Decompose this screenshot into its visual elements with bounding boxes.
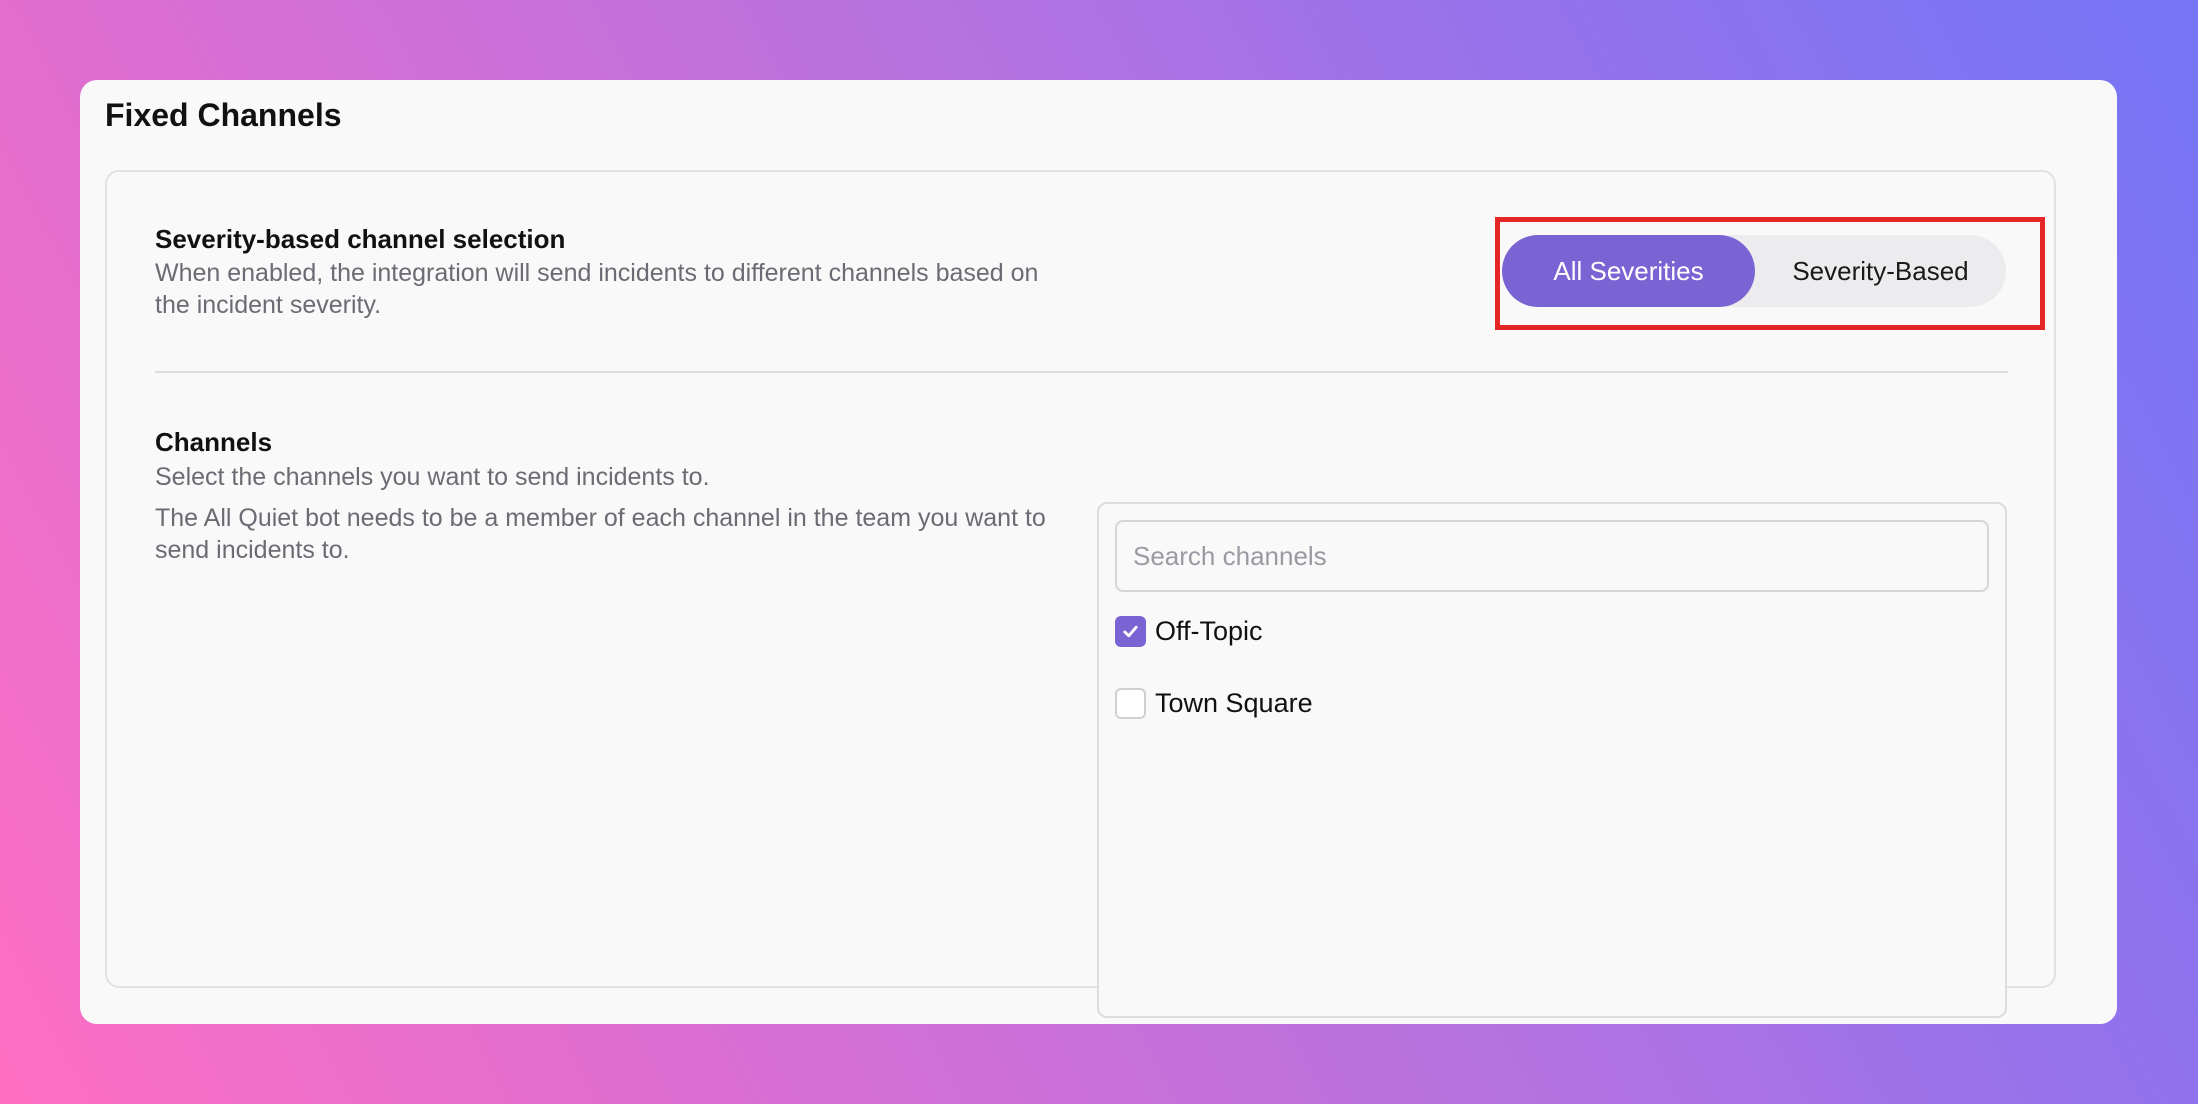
channel-label: Off-Topic — [1155, 616, 1263, 646]
channel-label: Town Square — [1155, 688, 1313, 718]
checkmark-icon — [1123, 625, 1138, 638]
search-channels-input[interactable] — [1115, 520, 1989, 592]
severity-section-title: Severity-based channel selection — [155, 224, 566, 254]
checkbox-checked-icon[interactable] — [1115, 616, 1146, 647]
settings-panel: Severity-based channel selection When en… — [105, 170, 2056, 1018]
severity-based-option[interactable]: Severity-Based — [1755, 235, 2006, 307]
channels-description-2: The All Quiet bot needs to be a member o… — [155, 504, 1046, 564]
channels-section-title: Channels — [155, 427, 273, 457]
card-title: Fixed Channels — [105, 97, 342, 133]
channel-item-town-square[interactable]: Town Square — [1115, 688, 1313, 719]
channel-item-off-topic[interactable]: Off-Topic — [1115, 616, 1263, 647]
severity-section-description: When enabled, the integration will send … — [155, 259, 1039, 319]
channels-description-1: Select the channels you want to send inc… — [155, 463, 710, 491]
checkbox-unchecked-icon[interactable] — [1115, 688, 1146, 719]
all-severities-option[interactable]: All Severities — [1502, 235, 1755, 307]
severity-mode-toggle[interactable]: All Severities Severity-Based — [1502, 235, 2006, 307]
channel-picker: Off-Topic Town Square — [1097, 502, 2007, 1018]
fixed-channels-card: Fixed Channels Severity-based channel se… — [80, 80, 2117, 1024]
section-divider — [155, 371, 2008, 373]
